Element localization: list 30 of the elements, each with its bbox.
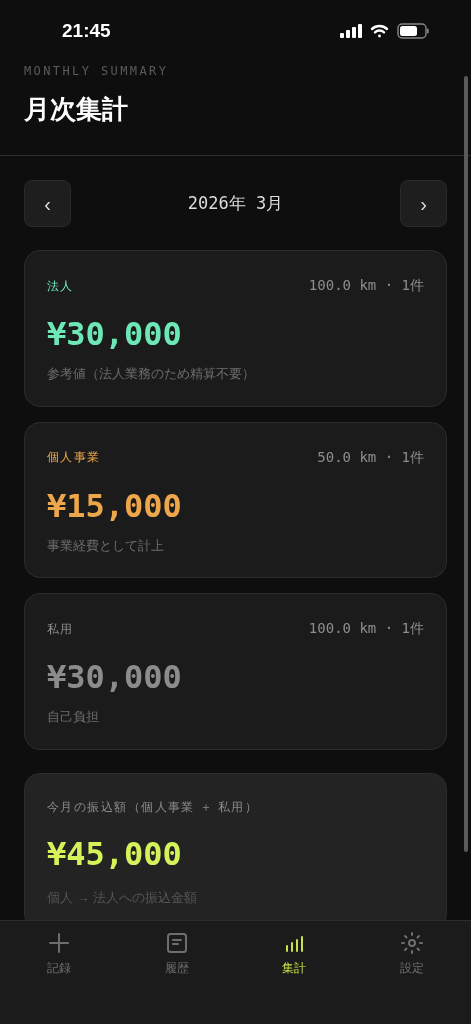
plus-icon xyxy=(46,931,71,955)
next-month-button[interactable]: › xyxy=(400,180,447,227)
amount: ¥30,000 xyxy=(47,657,182,697)
previous-month-button[interactable]: ‹ xyxy=(24,180,71,227)
status-time: 21:45 xyxy=(62,18,111,43)
battery-icon xyxy=(397,23,429,39)
header-subtitle: MONTHLY SUMMARY xyxy=(24,63,170,80)
tab-bar-item[interactable]: 設定 xyxy=(353,931,471,977)
note: 参考値（法人業務のため精算不要） xyxy=(47,365,256,383)
note: 事業経費として計上 xyxy=(47,536,165,555)
category-label: 今月の振込額（個人事業 ＋ 私用） xyxy=(47,798,259,816)
distance-count: 100.0 km · 1件 xyxy=(308,276,424,295)
category-label: 法人 xyxy=(47,277,74,295)
amount: ¥15,000 xyxy=(47,485,182,526)
page-title: 月次集計 xyxy=(24,93,129,126)
tab-bar-item[interactable]: 集計 xyxy=(235,931,354,977)
amount: ¥30,000 xyxy=(47,314,182,354)
distance-count: 50.0 km · 1件 xyxy=(317,447,424,467)
amount: ¥45,000 xyxy=(47,833,182,874)
settings-icon xyxy=(400,931,425,955)
tab-bar-item[interactable]: 履歴 xyxy=(117,931,236,977)
wifi-icon xyxy=(370,24,389,38)
signal-icon xyxy=(340,24,362,38)
tab-bar-item[interactable]: 記録 xyxy=(0,931,118,977)
note: 自己負担 xyxy=(47,708,100,726)
month-label: 2026年 3月 xyxy=(187,191,284,215)
category-label: 私用 xyxy=(47,620,74,638)
category-label: 個人事業 xyxy=(47,449,101,466)
distance-count: 100.0 km · 1件 xyxy=(308,619,424,638)
document-icon xyxy=(164,931,189,955)
